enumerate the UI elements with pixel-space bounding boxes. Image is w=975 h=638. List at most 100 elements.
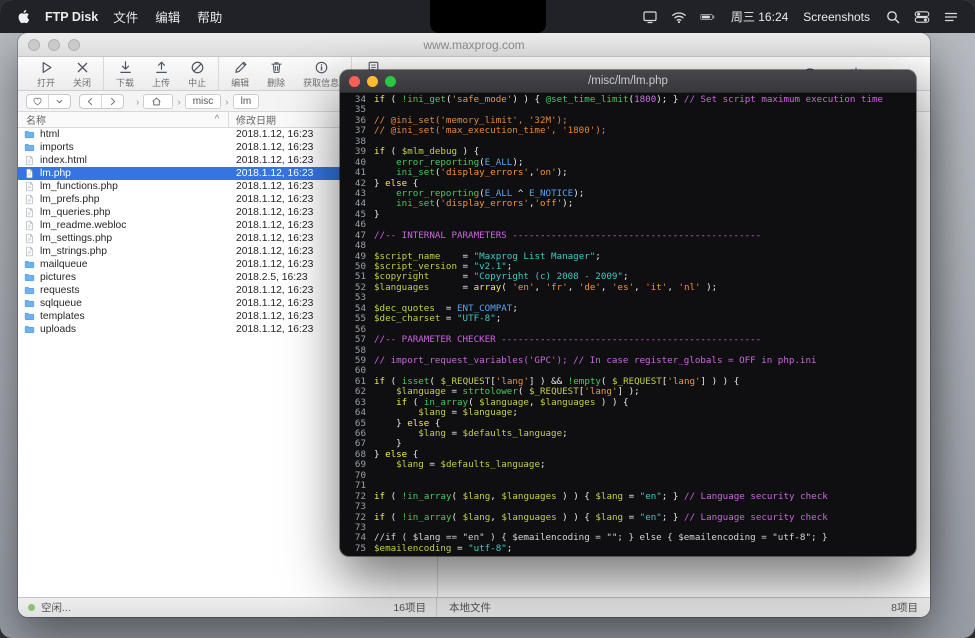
breadcrumb-button[interactable] [143, 94, 173, 109]
code-token: strtolower [463, 386, 518, 397]
code-text: $lang = $defaults_language; [374, 429, 568, 439]
close-button[interactable] [28, 39, 40, 51]
toolbar-button[interactable]: 删除 [258, 57, 294, 90]
code-line: 72 if ( !in_array( $lang, $languages ) )… [340, 492, 916, 502]
code-token: ( [385, 376, 402, 387]
folder-icon [24, 324, 35, 335]
toolbar-button[interactable]: 下载 [103, 57, 143, 90]
file-date: 2018.1.12, 16:23 [236, 181, 313, 192]
window-title: www.maxprog.com [18, 38, 930, 52]
code-token: 'lang' [667, 376, 700, 387]
open-icon [39, 60, 54, 75]
close-icon [75, 60, 90, 75]
minimize-button[interactable] [367, 76, 378, 87]
code-token: ); [701, 282, 718, 293]
code-line: 41 ini_set('display_errors','on'); [340, 168, 916, 178]
line-number: 48 [340, 241, 366, 251]
code-token: 'safe_mode' [452, 94, 513, 105]
wifi-icon[interactable] [671, 9, 687, 25]
code-token: = [429, 271, 473, 282]
toolbar-button[interactable]: 上传 [143, 57, 179, 90]
battery-icon[interactable] [700, 9, 716, 25]
code-token: //if ( $lang == "en" ) { $emailencoding … [374, 532, 828, 543]
menubar-app-name[interactable]: FTP Disk [45, 10, 98, 24]
folder-icon [24, 259, 35, 270]
zoom-button[interactable] [68, 39, 80, 51]
forward-icon [107, 96, 118, 107]
menubar-clock[interactable]: 周三 16:24 [731, 8, 788, 25]
code-token: ); [562, 198, 573, 209]
file-date: 2018.1.12, 16:23 [236, 259, 313, 270]
apple-menu-icon[interactable] [16, 8, 30, 25]
code-token: ( [385, 491, 402, 502]
code-token: ( [501, 282, 512, 293]
column-header-date[interactable]: 修改日期 [236, 112, 276, 127]
code-token: if [374, 94, 385, 105]
menubar-menu-item[interactable]: 文件 [113, 7, 138, 26]
toolbar-button[interactable]: 中止 [179, 57, 215, 90]
breadcrumb-button[interactable]: lm [233, 94, 260, 109]
menubar-menu-item[interactable]: 编辑 [155, 7, 180, 26]
column-divider[interactable] [228, 112, 229, 127]
code-token: } [374, 209, 380, 220]
toolbar-button[interactable]: 编辑 [218, 57, 258, 90]
toolbar-button[interactable]: 关闭 [64, 57, 100, 90]
favorites-heart-segment[interactable] [27, 95, 48, 108]
display-icon[interactable] [642, 9, 658, 25]
code-token: ) ) { [557, 512, 596, 523]
code-text: //-- INTERNAL PARAMETERS ---------------… [374, 231, 761, 241]
code-line: 69 $lang = $defaults_language; [340, 460, 916, 470]
file-name: lm.php [40, 168, 71, 179]
file-date: 2018.1.12, 16:23 [236, 129, 313, 140]
code-text: $languages = array( 'en', 'fr', 'de', 'e… [374, 283, 717, 293]
ftp-titlebar[interactable]: www.maxprog.com [18, 33, 930, 57]
status-bar: 空闲... 16项目 本地文件 8项目 [18, 597, 930, 617]
minimize-button[interactable] [48, 39, 60, 51]
editor-titlebar[interactable]: /misc/lm/lm.php [340, 70, 916, 93]
list-icon[interactable] [943, 9, 959, 25]
breadcrumb-button[interactable]: misc [185, 94, 222, 109]
code-token: ; [507, 543, 513, 554]
file-name: uploads [40, 324, 76, 335]
code-token: $_REQUEST [440, 376, 490, 387]
code-token: "en" [640, 512, 662, 523]
code-token: $dec_quotes [374, 303, 435, 314]
menubar-screenshots-label[interactable]: Screenshots [803, 10, 870, 24]
toolbar-button-label: 关闭 [73, 76, 91, 89]
edit-icon [233, 60, 248, 75]
column-header-name[interactable]: 名称 [18, 112, 46, 127]
right-item-count: 8项目 [891, 600, 918, 615]
code-token: if [396, 397, 407, 408]
back-button[interactable] [80, 95, 101, 108]
file-icon [24, 181, 35, 192]
search-icon[interactable] [885, 9, 901, 25]
code-token [374, 428, 418, 439]
code-text: //-- PARAMETER CHECKER -----------------… [374, 335, 761, 345]
toolbar-button[interactable]: 打开 [28, 57, 64, 90]
close-button[interactable] [349, 76, 360, 87]
forward-button[interactable] [101, 95, 123, 108]
code-token [374, 397, 396, 408]
menubar-menu-item[interactable]: 帮助 [197, 7, 222, 26]
favorites-button[interactable] [26, 94, 71, 109]
toolbar-buttons: 打开 关闭 下载 上传 [28, 57, 391, 90]
code-token: = [435, 303, 457, 314]
file-name: sqlqueue [40, 298, 82, 309]
status-indicator-dot [28, 604, 35, 611]
control-center-icon[interactable] [914, 9, 930, 25]
code-line: 59 // import_request_variables('GPC'); /… [340, 356, 916, 366]
file-icon [24, 155, 35, 166]
code-area[interactable]: 34 if ( !ini_get('safe_mode') ) { @set_t… [340, 93, 916, 554]
code-token: // Set script maximum execution time [684, 94, 883, 105]
code-token: ( [451, 491, 462, 502]
file-icon [24, 220, 35, 231]
code-token: $lang [463, 512, 491, 523]
code-token: 'lang' [584, 386, 617, 397]
zoom-button[interactable] [385, 76, 396, 87]
code-token: $languages [501, 491, 556, 502]
home-icon [151, 96, 162, 107]
code-token: ( [407, 397, 424, 408]
favorites-dropdown-segment[interactable] [48, 95, 70, 108]
file-name: pictures [40, 272, 76, 283]
code-token: 'nl' [678, 282, 700, 293]
